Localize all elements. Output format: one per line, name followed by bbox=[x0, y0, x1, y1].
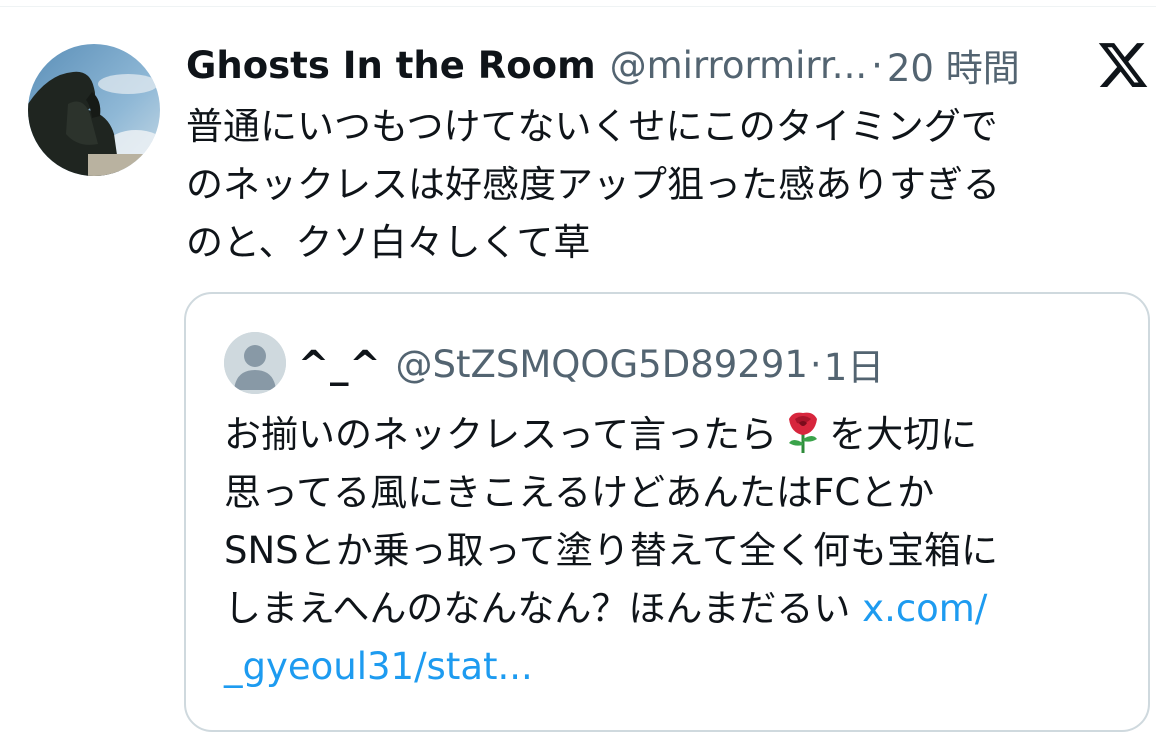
quoted-text-line: しまえへんのなんなん？ほんまだるい x.com/ bbox=[224, 580, 1124, 638]
quoted-text-segment: を大切に bbox=[829, 413, 978, 456]
quoted-text-line: お揃いのネックレスって言ったら を大切に bbox=[224, 406, 1124, 464]
tweet-text: 普通にいつもつけてないくせにこのタイミングで のネックレスは好感度アップ狙った感… bbox=[186, 98, 1136, 272]
quoted-header-separator: · bbox=[809, 342, 822, 386]
quoted-author-avatar[interactable] bbox=[224, 332, 286, 394]
default-user-avatar bbox=[224, 332, 286, 394]
tweet-timestamp[interactable]: 20 時間 bbox=[887, 38, 1020, 92]
tweet-text-line: 普通にいつもつけてないくせにこのタイミングで bbox=[186, 105, 998, 148]
author-avatar[interactable] bbox=[28, 44, 160, 176]
quoted-link[interactable]: x.com/ bbox=[862, 587, 987, 630]
quoted-tweet-header: ^_^ @StZSMQOG5D89291 · 1日 bbox=[298, 336, 884, 392]
quoted-text-line: _gyeoul31/stat... bbox=[224, 638, 1124, 696]
thinker-statue-avatar bbox=[28, 44, 160, 176]
quoted-author-handle[interactable]: @StZSMQOG5D89291 bbox=[396, 343, 808, 386]
tweet-header: Ghosts In the Room @mirrormirr... · 20 時… bbox=[186, 38, 1020, 92]
top-divider bbox=[0, 6, 1156, 7]
quoted-text-line: SNSとか乗っ取って塗り替えて全く何も宝箱に bbox=[224, 529, 998, 572]
rose-emoji bbox=[789, 412, 818, 453]
tweet-text-line: のネックレスは好感度アップ狙った感ありすぎる bbox=[186, 163, 1000, 206]
author-display-name[interactable]: Ghosts In the Room bbox=[186, 44, 596, 87]
header-separator: · bbox=[871, 43, 883, 87]
quoted-tweet-card[interactable]: ^_^ @StZSMQOG5D89291 · 1日 お揃いのネックレスって言った… bbox=[184, 292, 1150, 732]
quoted-tweet-timestamp[interactable]: 1日 bbox=[824, 337, 885, 391]
quoted-text-segment: お揃いのネックレスって言ったら bbox=[224, 413, 778, 456]
author-handle[interactable]: @mirrormirr... bbox=[610, 44, 867, 87]
quoted-text-segment: しまえへんのなんなん？ほんまだるい bbox=[224, 587, 863, 630]
quoted-tweet-text: お揃いのネックレスって言ったら を大切に 思ってる風にきこえるけどあんたはFCと… bbox=[224, 406, 1124, 696]
quoted-author-display-name[interactable]: ^_^ bbox=[298, 343, 382, 386]
tweet-text-line: のと、クソ白々しくて草 bbox=[186, 221, 591, 264]
quoted-link-continued[interactable]: _gyeoul31/stat... bbox=[224, 645, 533, 688]
quoted-text-line: 思ってる風にきこえるけどあんたはFCとか bbox=[224, 471, 935, 514]
x-logo-icon[interactable] bbox=[1096, 38, 1150, 92]
